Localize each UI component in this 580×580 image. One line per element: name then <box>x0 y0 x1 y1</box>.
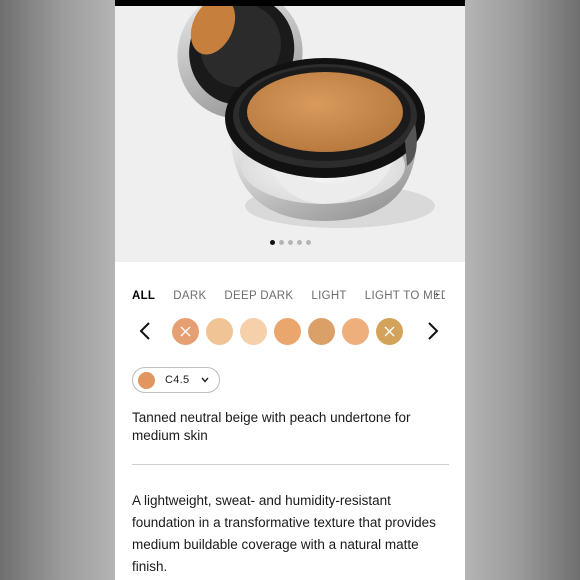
carousel-dot[interactable] <box>305 240 311 245</box>
shade-swatch[interactable] <box>376 318 403 345</box>
selected-shade-dropdown[interactable]: C4.5 <box>132 367 220 393</box>
shade-swatch-row <box>132 314 442 348</box>
tab-light-to-medium[interactable]: LIGHT TO MEDIUM <box>365 290 445 302</box>
tab-light[interactable]: LIGHT <box>311 290 346 302</box>
shade-swatch[interactable] <box>240 318 267 345</box>
shade-description: Tanned neutral beige with peach underton… <box>132 410 411 443</box>
product-screen: ALL DARK DEEP DARK LIGHT LIGHT TO MEDIUM… <box>115 0 465 580</box>
selected-shade-label: C4.5 <box>165 374 190 386</box>
carousel-dot[interactable] <box>269 240 275 245</box>
chevron-left-icon[interactable] <box>136 320 156 342</box>
unavailable-x-icon <box>384 326 395 337</box>
chevron-down-icon <box>201 377 209 383</box>
carousel-dots[interactable] <box>115 240 465 245</box>
product-description: A lightweight, sweat- and humidity-resis… <box>132 493 436 574</box>
shade-filter-tabs: ALL DARK DEEP DARK LIGHT LIGHT TO MEDIUM <box>132 287 452 305</box>
tab-all[interactable]: ALL <box>132 290 155 302</box>
divider <box>132 464 449 465</box>
chevron-right-icon[interactable] <box>422 320 442 342</box>
selected-shade-swatch <box>138 371 155 389</box>
background-right <box>465 0 580 580</box>
shade-swatch[interactable] <box>206 318 233 345</box>
shade-swatch[interactable] <box>308 318 335 345</box>
background-left <box>0 0 115 580</box>
unavailable-x-icon <box>180 326 191 337</box>
chevron-right-icon[interactable]: › <box>435 289 439 301</box>
shade-swatch[interactable] <box>274 318 301 345</box>
tab-deep-dark[interactable]: DEEP DARK <box>224 290 293 302</box>
carousel-dot[interactable] <box>278 240 284 245</box>
shade-swatch[interactable] <box>172 318 199 345</box>
product-image <box>177 6 435 228</box>
carousel-dot[interactable] <box>296 240 302 245</box>
tab-dark[interactable]: DARK <box>173 290 206 302</box>
product-image-carousel[interactable] <box>115 6 465 262</box>
carousel-dot[interactable] <box>287 240 293 245</box>
shade-swatch[interactable] <box>342 318 369 345</box>
